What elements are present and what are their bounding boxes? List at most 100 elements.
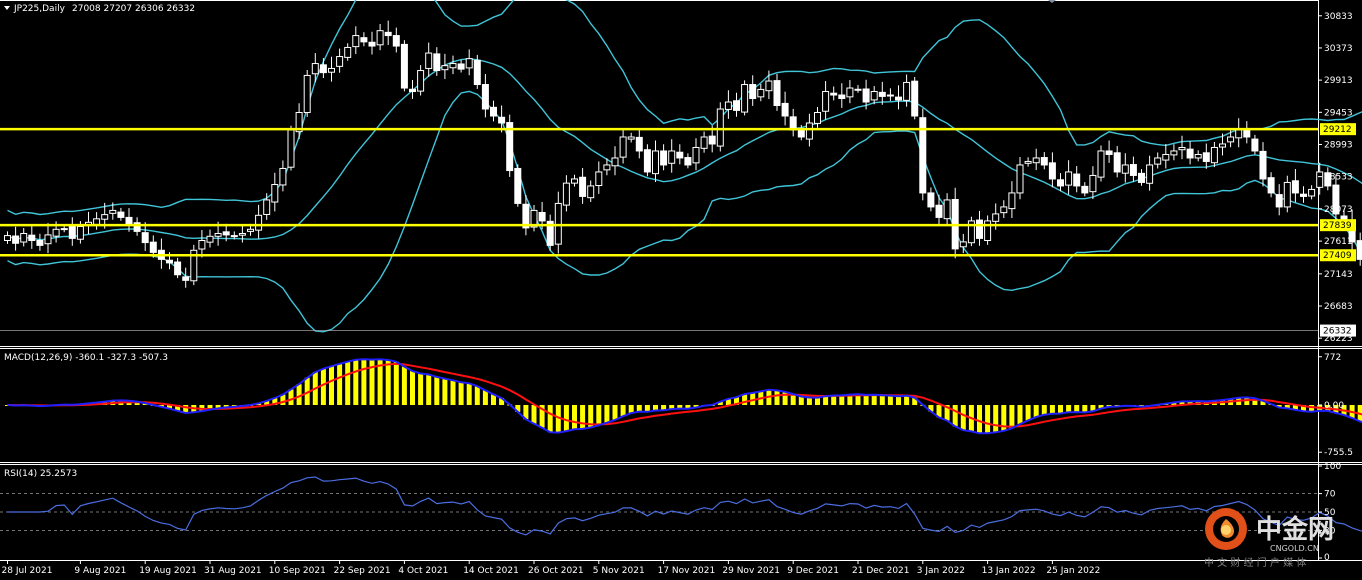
level-price-label: 27839 — [1320, 219, 1356, 232]
candle-body — [214, 232, 222, 237]
candle-body — [1300, 193, 1307, 197]
macd-bar — [1025, 405, 1031, 421]
watermark-brand: 中金网 — [1256, 514, 1334, 545]
candle-body — [498, 116, 506, 124]
candle-body — [222, 231, 230, 236]
candle[interactable] — [190, 244, 198, 286]
rsi-tick-label: 100 — [1324, 462, 1341, 472]
candle-body — [927, 192, 935, 208]
candle-body — [376, 30, 384, 46]
rsi-tick-label: 0 — [1324, 553, 1330, 563]
candle-body — [409, 88, 416, 93]
candle-body — [911, 80, 919, 117]
macd-bar — [831, 395, 837, 405]
macd-bar — [871, 394, 877, 405]
candle[interactable] — [919, 108, 927, 201]
x-tick-label: 28 Jul 2021 — [2, 566, 53, 576]
macd-bar — [1074, 405, 1080, 413]
macd-bar — [1033, 405, 1039, 418]
macd-bar — [547, 405, 553, 433]
candle[interactable] — [967, 216, 975, 247]
candle-body — [1040, 157, 1048, 166]
candle[interactable] — [1097, 145, 1105, 182]
candle-body — [336, 56, 344, 67]
candle-body — [992, 213, 1000, 222]
candle-body — [1316, 171, 1324, 188]
x-tick-label: 9 Dec 2021 — [787, 566, 839, 576]
candle[interactable] — [287, 125, 295, 171]
candle-body — [287, 129, 295, 168]
candle-body — [854, 88, 862, 91]
candle-body — [1032, 157, 1040, 164]
candle[interactable] — [506, 114, 514, 177]
price-tick-label: 30833 — [1324, 12, 1353, 22]
candle-body — [117, 211, 125, 218]
level-price-label: 29212 — [1320, 123, 1356, 136]
macd-bar — [798, 396, 804, 405]
macd-title: MACD(12,26,9) -360.1 -327.3 -507.3 — [4, 353, 168, 363]
macd-bar — [1017, 405, 1023, 425]
candle-body — [579, 176, 587, 197]
candle-body — [141, 232, 149, 244]
macd-bar — [896, 396, 901, 405]
macd-bar — [985, 405, 991, 434]
candle-body — [263, 199, 271, 215]
candle-body — [4, 235, 11, 241]
candle-body — [109, 209, 117, 214]
candle-body — [765, 80, 773, 92]
x-tick-label: 14 Oct 2021 — [463, 566, 519, 576]
candle-body — [1057, 179, 1064, 187]
candle-body — [449, 63, 457, 69]
macd-bar — [426, 374, 432, 405]
candle-body — [1356, 240, 1362, 260]
macd-bar — [580, 405, 586, 429]
candle-body — [52, 228, 60, 237]
candle[interactable] — [473, 54, 481, 89]
candle-body — [1283, 181, 1291, 208]
candle[interactable] — [741, 80, 749, 116]
candle-body — [1000, 206, 1008, 214]
candle[interactable] — [514, 164, 522, 207]
price-tick-label: 27611 — [1324, 237, 1353, 247]
candle-body — [830, 92, 838, 96]
macd-bar — [596, 405, 602, 426]
candle-body — [465, 58, 473, 69]
macd-bar — [442, 378, 448, 405]
candle-body — [562, 182, 570, 206]
candle-body — [93, 218, 101, 225]
candle-body — [36, 239, 44, 246]
candle[interactable] — [303, 69, 311, 117]
candle-body — [895, 96, 902, 101]
candle-body — [1186, 148, 1194, 159]
candle-body — [611, 157, 619, 167]
macd-tick-label: 0.00 — [1324, 401, 1344, 411]
x-tick-label: 3 Jan 2022 — [917, 566, 965, 576]
macd-tick-label: 772 — [1324, 353, 1341, 363]
price-label-text: 26332 — [1323, 327, 1352, 337]
candle-body — [878, 91, 886, 97]
candle-body — [319, 64, 327, 74]
x-tick-label: 17 Nov 2021 — [658, 566, 716, 576]
candle-body — [384, 31, 392, 37]
candle[interactable] — [911, 76, 919, 120]
candle[interactable] — [400, 40, 408, 92]
candle-body — [676, 151, 684, 159]
candle-body — [68, 226, 76, 239]
macd-bar — [790, 394, 796, 405]
candle-body — [1154, 157, 1162, 165]
macd-bar — [393, 361, 399, 405]
chart-header: JP225,Daily 27008 27207 26306 26332 — [4, 4, 195, 14]
macd-bar — [353, 359, 359, 405]
candle[interactable] — [716, 102, 724, 152]
price-label-text: 27409 — [1323, 251, 1352, 261]
macd-bar — [977, 405, 982, 434]
candle-body — [1073, 173, 1081, 187]
candle-body — [903, 81, 911, 101]
watermark-tagline: 中 文 财 经 门 户 媒 体 — [1204, 556, 1306, 569]
candle-body — [838, 94, 846, 100]
candle-body — [230, 235, 238, 238]
macd-bar — [466, 383, 472, 405]
candle-body — [870, 91, 878, 101]
candle-body — [684, 157, 692, 166]
x-tick-label: 5 Nov 2021 — [593, 566, 645, 576]
